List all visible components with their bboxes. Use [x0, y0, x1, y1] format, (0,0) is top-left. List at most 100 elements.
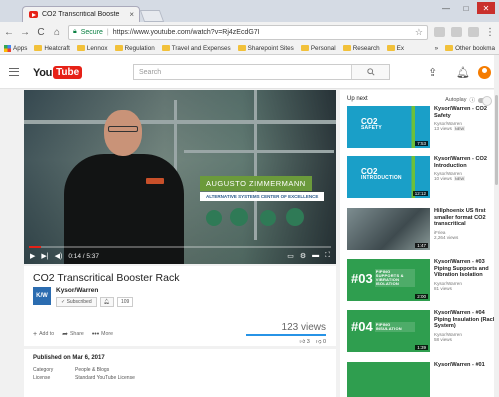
add-to-button[interactable]: + Add to: [33, 331, 54, 338]
recommendation-title[interactable]: Kysor/Warren - #01: [434, 362, 497, 369]
channel-row: K/W Kysor/Warren ✓ Subscribed 🔔︎ 109: [33, 287, 134, 307]
notification-bell-icon[interactable]: 🔔︎: [99, 297, 114, 307]
bookmark-star-icon[interactable]: ☆: [415, 27, 423, 38]
dislike-button[interactable]: 👎︎ 0: [316, 339, 326, 345]
browser-tab[interactable]: CO2 Transcritical Booste ×: [22, 6, 140, 22]
compressor: [206, 210, 222, 226]
scrollbar-thumb[interactable]: [495, 95, 498, 185]
bookmark-other[interactable]: Other bookma: [445, 45, 495, 52]
captions-icon[interactable]: ▭: [287, 252, 294, 260]
recommendation-item[interactable]: CO2 INTRODUCTION 12:12 Kysor/Warren - CO2 I…: [347, 156, 497, 202]
apps-icon: [4, 44, 11, 52]
channel-meta: Kysor/Warren ✓ Subscribed 🔔︎ 109: [56, 287, 134, 307]
bookmark-item[interactable]: Personal: [300, 45, 336, 52]
video-duration: 7:53: [415, 141, 428, 146]
recommendation-thumbnail[interactable]: 1:47: [347, 208, 430, 250]
channel-name[interactable]: Kysor/Warren: [56, 287, 133, 294]
secure-label: Secure: [80, 28, 103, 36]
window-controls: — □ ✕: [437, 2, 495, 14]
avatar[interactable]: [478, 66, 491, 79]
more-dots-icon: •••: [91, 330, 100, 338]
up-next-sidebar: Up next Autoplay ⓘ CO2 SAFETY 7:53 Kysor/Wa…: [340, 90, 499, 397]
bookmark-item[interactable]: Ex: [386, 45, 404, 52]
hamburger-menu-icon[interactable]: [9, 68, 19, 76]
maximize-button[interactable]: □: [457, 2, 475, 14]
recommendation-item[interactable]: Kysor/Warren - #01: [347, 362, 497, 397]
play-icon[interactable]: ▶: [30, 252, 35, 260]
search-input[interactable]: Search: [134, 65, 351, 79]
close-window-button[interactable]: ✕: [477, 2, 495, 14]
video-player[interactable]: AUGUSTO ZIMMERMANN ALTERNATIVE SYSTEMS C…: [24, 90, 336, 264]
extension-icon[interactable]: [434, 27, 445, 37]
recommendation-views: 2,264 views: [434, 235, 497, 240]
recommendation-thumbnail[interactable]: [347, 362, 430, 397]
recommendation-title[interactable]: Hillphoenix US first smaller format CO2 …: [434, 208, 497, 228]
recommendation-item[interactable]: #03 PIPING SUPPORTS & VIBRATION ISOLATION…: [347, 259, 497, 305]
shirt-logo: [146, 178, 164, 184]
bookmark-item[interactable]: Lennox: [76, 45, 108, 52]
recommendation-item[interactable]: #04 PIPING INSULATION 1:39 Kysor/Warren - #…: [347, 310, 497, 356]
bookmark-item[interactable]: Travel and Expenses: [161, 45, 231, 52]
recommendation-thumbnail[interactable]: CO2 INTRODUCTION 12:12: [347, 156, 430, 198]
extension-icon[interactable]: [468, 27, 479, 37]
volume-icon[interactable]: ◀): [55, 252, 63, 260]
chrome-menu-icon[interactable]: ⋮: [485, 27, 495, 38]
category-value[interactable]: People & Blogs: [75, 367, 109, 373]
folder-icon: [386, 45, 395, 51]
bookmarks-overflow-icon[interactable]: »: [435, 45, 439, 52]
new-badge: NEW: [453, 126, 466, 132]
share-button[interactable]: ➦ Share: [62, 330, 84, 338]
tab-close-icon[interactable]: ×: [129, 10, 134, 19]
like-button[interactable]: 👍︎ 3: [299, 339, 309, 345]
upload-icon[interactable]: ⇪: [428, 66, 437, 79]
more-button[interactable]: ••• More: [92, 331, 113, 338]
new-tab-button[interactable]: [139, 10, 165, 22]
forward-arrow-icon[interactable]: →: [20, 27, 30, 38]
next-icon[interactable]: ▶|: [41, 252, 48, 260]
extension-icon[interactable]: [451, 27, 462, 37]
page-scrollbar[interactable]: [494, 55, 499, 397]
thumbnail-title: #04: [351, 319, 373, 334]
recommendation-title[interactable]: Kysor/Warren - #03 Piping Supports and V…: [434, 259, 497, 279]
theater-mode-icon[interactable]: ▬: [312, 252, 319, 260]
autoplay-label: Autoplay: [445, 97, 467, 103]
info-icon[interactable]: ⓘ: [469, 96, 475, 104]
recommendation-title[interactable]: Kysor/Warren - #04 Piping Insulation (Ra…: [434, 310, 497, 330]
recommendation-thumbnail[interactable]: CO2 SAFETY 7:53: [347, 106, 430, 148]
recommendation-item[interactable]: CO2 SAFETY 7:53 Kysor/Warren - CO2 Safety Ky…: [347, 106, 497, 152]
notifications-bell-icon[interactable]: 🔔︎: [456, 66, 470, 79]
reload-icon[interactable]: C: [36, 27, 46, 38]
view-count-text: 10 views: [434, 176, 452, 182]
folder-icon: [114, 45, 123, 51]
search-button[interactable]: [351, 65, 389, 79]
bookmark-item[interactable]: Research: [342, 45, 380, 52]
bookmark-item[interactable]: Sharepoint Sites: [237, 45, 294, 52]
autoplay-toggle[interactable]: [478, 96, 492, 106]
recommendation-title[interactable]: Kysor/Warren - CO2 Introduction: [434, 156, 497, 169]
autoplay-control: Autoplay ⓘ: [445, 96, 492, 106]
bookmark-label: Apps: [13, 44, 28, 52]
address-bar[interactable]: 🔒︎ Secure | https://www.youtube.com/watc…: [68, 24, 428, 40]
home-icon[interactable]: ⌂: [52, 27, 62, 38]
subscribed-button[interactable]: ✓ Subscribed: [56, 297, 97, 307]
view-count-text: 81 views: [434, 286, 452, 292]
search-icon: [366, 68, 375, 76]
back-arrow-icon[interactable]: ←: [4, 27, 14, 38]
recommendation-item[interactable]: 1:47 Hillphoenix US first smaller format …: [347, 208, 497, 254]
bookmark-item[interactable]: Heatcraft: [34, 45, 70, 52]
minimize-button[interactable]: —: [437, 2, 455, 14]
bookmark-item[interactable]: Regulation: [114, 45, 155, 52]
address-url[interactable]: https://www.youtube.com/watch?v=Rj4zEcdG…: [113, 29, 260, 36]
recommendation-meta: Kysor/Warren - CO2 Safety Kysor/Warren 13 …: [434, 106, 497, 152]
bookmark-item[interactable]: Apps: [4, 44, 28, 52]
recommendation-thumbnail[interactable]: #03 PIPING SUPPORTS & VIBRATION ISOLATION…: [347, 259, 430, 301]
channel-logo[interactable]: K/W: [33, 287, 51, 305]
recommendation-title[interactable]: Kysor/Warren - CO2 Safety: [434, 106, 497, 119]
recommendation-views: 10 views NEW: [434, 176, 497, 182]
recommendation-thumbnail[interactable]: #04 PIPING INSULATION 1:39: [347, 310, 430, 352]
folder-icon: [342, 45, 351, 51]
recommendation-meta: Kysor/Warren - #03 Piping Supports and V…: [434, 259, 497, 305]
fullscreen-icon[interactable]: ⛶: [325, 252, 330, 260]
settings-gear-icon[interactable]: ⚙: [300, 252, 306, 260]
youtube-logo[interactable]: You Tube: [33, 66, 83, 79]
